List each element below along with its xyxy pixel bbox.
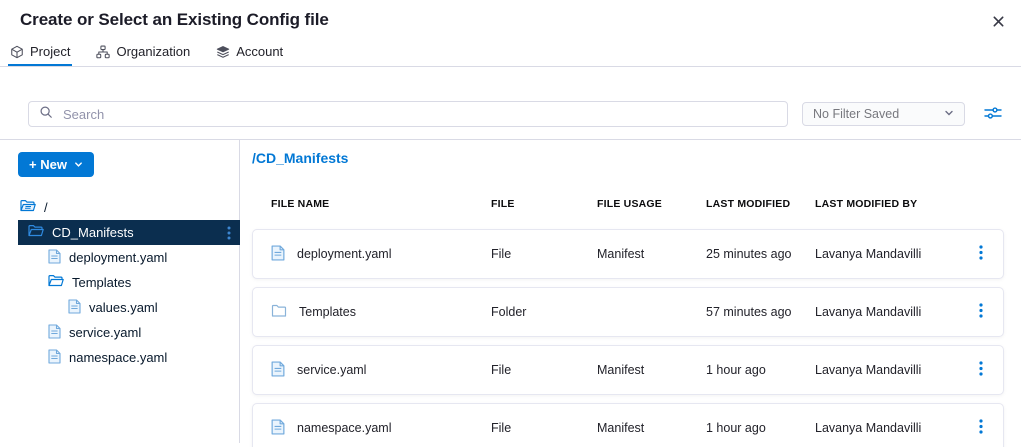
scope-tabs: Project Organization Account [0,30,1021,67]
cell-last-modified-by: Lavanya Mandavilli [815,363,935,377]
row-menu-button[interactable] [973,419,989,437]
table-header: FILE NAME FILE FILE USAGE LAST MODIFIED … [252,198,1004,210]
tab-account[interactable]: Account [214,42,285,66]
table-row-deployment-yaml[interactable]: deployment.yaml File Manifest 25 minutes… [252,229,1004,279]
file-tree-panel: + New / CD_Manifests [0,140,240,443]
tree-item-label: Templates [72,275,131,290]
tree-item-namespace-yaml[interactable]: namespace.yaml [0,345,239,370]
file-list-panel: /CD_Manifests FILE NAME FILE FILE USAGE … [240,140,1021,443]
tree-item-label: namespace.yaml [69,350,167,365]
cell-file-type: File [491,247,597,261]
cell-last-modified-by: Lavanya Mandavilli [815,305,935,319]
cell-last-modified: 1 hour ago [706,363,815,377]
column-header-last-modified-by: LAST MODIFIED BY [815,198,935,210]
cell-last-modified-by: Lavanya Mandavilli [815,247,935,261]
column-header-file-usage: FILE USAGE [597,198,706,210]
cell-file-type: File [491,421,597,435]
tree-item-label: values.yaml [89,300,158,315]
cell-file-type: Folder [491,305,597,319]
tree-item-values-yaml[interactable]: values.yaml [0,295,239,320]
tab-project[interactable]: Project [8,42,72,66]
cell-file-usage: Manifest [597,247,706,261]
row-menu-button[interactable] [973,361,989,379]
column-header-file-name: FILE NAME [271,198,491,210]
cell-file-name: namespace.yaml [297,421,392,435]
filter-dropdown[interactable]: No Filter Saved [802,102,965,126]
tree-item-cd-manifests[interactable]: CD_Manifests [18,220,240,245]
file-icon [48,249,61,267]
file-icon [48,349,61,367]
tab-account-label: Account [236,44,283,59]
chevron-down-icon [74,157,83,172]
tab-organization[interactable]: Organization [94,42,192,66]
folder-open-icon [20,199,36,216]
cell-file-usage: Manifest [597,363,706,377]
cell-file-name: Templates [299,305,356,319]
tree-item-root[interactable]: / [0,195,239,220]
page-title: Create or Select an Existing Config file [20,10,1001,30]
tree-item-label: service.yaml [69,325,141,340]
search-input[interactable] [61,106,777,123]
file-icon [271,361,285,380]
kebab-menu-icon [979,419,983,437]
tree-item-label: deployment.yaml [69,250,167,265]
new-button-label: + New [29,157,67,172]
breadcrumb[interactable]: /CD_Manifests [252,150,1004,166]
account-icon [216,45,230,59]
file-icon [68,299,81,317]
tree-item-templates[interactable]: Templates [0,270,239,295]
search-box [28,101,788,127]
file-tree: / CD_Manifests deployment.yaml [0,195,239,370]
modal-body: + New / CD_Manifests [0,139,1021,443]
config-file-modal: Create or Select an Existing Config file… [0,0,1021,447]
organization-icon [96,45,110,59]
modal-header: Create or Select an Existing Config file [0,0,1021,30]
table-row-service-yaml[interactable]: service.yaml File Manifest 1 hour ago La… [252,345,1004,395]
cell-file-name: service.yaml [297,363,366,377]
kebab-menu-icon [979,303,983,321]
cell-file-usage: Manifest [597,421,706,435]
cell-last-modified-by: Lavanya Mandavilli [815,421,935,435]
tree-item-label: / [44,200,48,215]
tree-item-service-yaml[interactable]: service.yaml [0,320,239,345]
chevron-down-icon [944,107,954,121]
column-header-file: FILE [491,198,597,210]
filter-dropdown-value: No Filter Saved [813,107,899,121]
sliders-icon [984,105,1002,124]
toolbar: No Filter Saved [0,101,1021,127]
tab-organization-label: Organization [116,44,190,59]
filter-settings-button[interactable] [984,105,1002,124]
tree-item-deployment-yaml[interactable]: deployment.yaml [0,245,239,270]
column-header-last-modified: LAST MODIFIED [706,198,815,210]
kebab-menu-icon [979,361,983,379]
search-icon [39,105,53,124]
folder-open-icon [28,224,44,241]
project-icon [10,45,24,59]
kebab-menu-icon [979,245,983,263]
cell-file-type: File [491,363,597,377]
new-button[interactable]: + New [18,152,94,177]
folder-icon [271,303,287,321]
cell-last-modified: 57 minutes ago [706,305,815,319]
cell-file-name: deployment.yaml [297,247,392,261]
folder-open-icon [48,274,64,291]
row-menu-button[interactable] [973,303,989,321]
cell-last-modified: 1 hour ago [706,421,815,435]
file-icon [271,419,285,438]
tree-item-label: CD_Manifests [52,225,134,240]
file-table: deployment.yaml File Manifest 25 minutes… [252,229,1004,447]
file-icon [48,324,61,342]
table-row-namespace-yaml[interactable]: namespace.yaml File Manifest 1 hour ago … [252,403,1004,447]
cell-last-modified: 25 minutes ago [706,247,815,261]
row-menu-button[interactable] [973,245,989,263]
close-icon [992,15,1005,31]
file-icon [271,245,285,264]
table-row-templates[interactable]: Templates Folder 57 minutes ago Lavanya … [252,287,1004,337]
close-button[interactable] [987,12,1009,34]
tab-project-label: Project [30,44,70,59]
tree-item-menu-button[interactable] [227,226,231,240]
